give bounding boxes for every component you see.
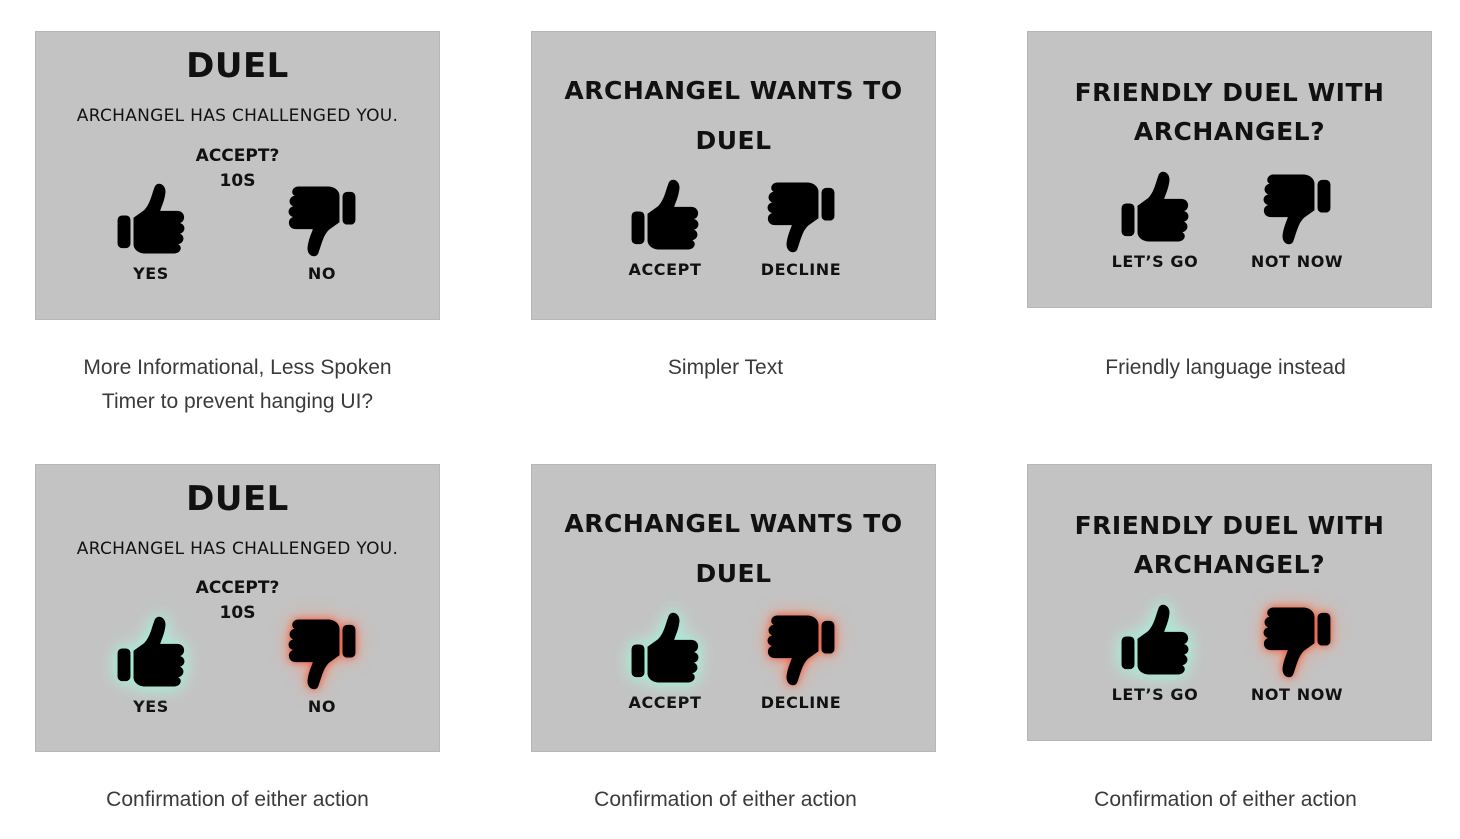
no-button[interactable]: NO — [242, 615, 402, 716]
lets-go-button[interactable]: LET’S GO — [1075, 170, 1235, 271]
duel-dialog-informational: DUEL ARCHANGEL HAS CHALLENGED YOU. ACCEP… — [35, 31, 440, 320]
duel-dialog-friendly: FRIENDLY DUEL WITH ARCHANGEL? LET’S GO N… — [1027, 31, 1432, 308]
dialog-title-line: DUEL — [695, 126, 772, 155]
decline-label: DECLINE — [760, 693, 842, 712]
dialog-title-line: FRIENDLY DUEL WITH — [1074, 511, 1385, 540]
not-now-button[interactable]: NOT NOW — [1217, 603, 1377, 704]
caption-line: Confirmation of either action — [106, 788, 369, 811]
thumbs-down-icon — [763, 611, 839, 687]
dialog-title: DUEL — [186, 46, 289, 86]
yes-label: YES — [133, 697, 169, 716]
duel-dialog-informational-confirm: DUEL ARCHANGEL HAS CHALLENGED YOU. ACCEP… — [35, 464, 440, 752]
dialog-title-line: ARCHANGEL WANTS TO — [564, 509, 903, 538]
thumbs-down-icon — [284, 182, 360, 258]
dialog-subtitle: ARCHANGEL HAS CHALLENGED YOU. — [76, 539, 399, 559]
caption-informational: More Informational, Less Spoken Timer to… — [35, 351, 440, 419]
duel-dialog-friendly-confirm: FRIENDLY DUEL WITH ARCHANGEL? LET’S GO N… — [1027, 464, 1432, 741]
dialog-title-line: ARCHANGEL? — [1133, 550, 1326, 579]
no-label: NO — [307, 264, 337, 283]
thumbs-up-icon — [1117, 170, 1193, 246]
thumbs-down-icon — [1259, 603, 1335, 679]
duel-dialog-simple-confirm: ARCHANGEL WANTS TO DUEL ACCEPT DECLINE — [531, 464, 936, 752]
thumbs-down-icon — [763, 178, 839, 254]
caption-informational-confirm: Confirmation of either action — [35, 783, 440, 817]
accept-prompt: ACCEPT? — [195, 146, 280, 166]
duel-dialog-simple: ARCHANGEL WANTS TO DUEL ACCEPT DECLINE — [531, 31, 936, 320]
lets-go-button[interactable]: LET’S GO — [1075, 603, 1235, 704]
thumbs-up-icon — [113, 615, 189, 691]
caption-friendly-confirm: Confirmation of either action — [1023, 783, 1428, 817]
caption-line: Simpler Text — [667, 356, 784, 379]
thumbs-up-icon — [627, 611, 703, 687]
dialog-title-line: FRIENDLY DUEL WITH — [1074, 78, 1385, 107]
caption-friendly: Friendly language instead — [1023, 351, 1428, 385]
dialog-title-line: DUEL — [695, 559, 772, 588]
decline-label: DECLINE — [760, 260, 842, 279]
not-now-label: NOT NOW — [1250, 252, 1344, 271]
page: DUEL ARCHANGEL HAS CHALLENGED YOU. ACCEP… — [0, 0, 1460, 839]
accept-prompt: ACCEPT? — [195, 578, 280, 598]
yes-button[interactable]: YES — [71, 182, 231, 283]
yes-label: YES — [133, 264, 169, 283]
yes-button[interactable]: YES — [71, 615, 231, 716]
lets-go-label: LET’S GO — [1111, 685, 1199, 704]
thumbs-down-icon — [1259, 170, 1335, 246]
dialog-title-line: ARCHANGEL? — [1133, 117, 1326, 146]
thumbs-up-icon — [1117, 603, 1193, 679]
thumbs-up-icon — [113, 182, 189, 258]
dialog-subtitle: ARCHANGEL HAS CHALLENGED YOU. — [76, 106, 399, 126]
caption-simple-confirm: Confirmation of either action — [523, 783, 928, 817]
decline-button[interactable]: DECLINE — [721, 178, 881, 279]
not-now-button[interactable]: NOT NOW — [1217, 170, 1377, 271]
caption-line: Friendly language instead — [1105, 356, 1346, 379]
caption-line: More Informational, Less Spoken — [83, 356, 392, 379]
no-label: NO — [307, 697, 337, 716]
not-now-label: NOT NOW — [1250, 685, 1344, 704]
caption-line: Confirmation of either action — [594, 788, 857, 811]
dialog-title: DUEL — [186, 479, 289, 519]
caption-line: Confirmation of either action — [1094, 788, 1357, 811]
lets-go-label: LET’S GO — [1111, 252, 1199, 271]
no-button[interactable]: NO — [242, 182, 402, 283]
thumbs-up-icon — [627, 178, 703, 254]
thumbs-down-icon — [284, 615, 360, 691]
caption-simple: Simpler Text — [523, 351, 928, 385]
caption-line: Timer to prevent hanging UI? — [101, 390, 374, 413]
dialog-title-line: ARCHANGEL WANTS TO — [564, 76, 903, 105]
decline-button[interactable]: DECLINE — [721, 611, 881, 712]
